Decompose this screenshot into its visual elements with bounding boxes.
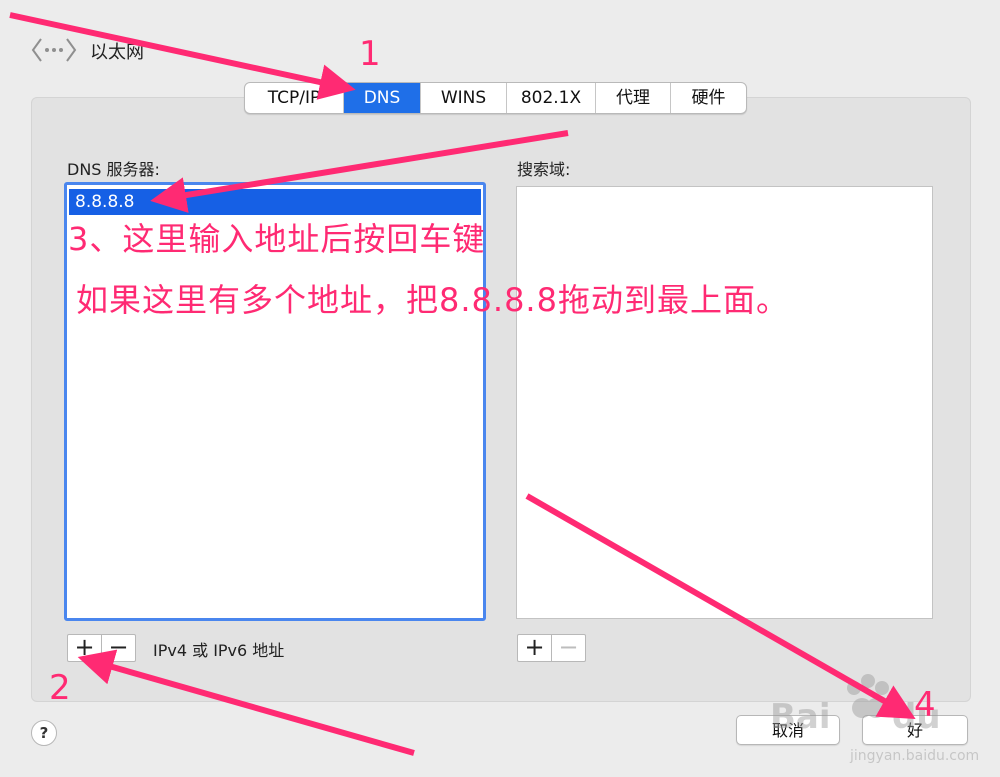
step-1-marker: 1: [359, 34, 381, 74]
search-domains-label: 搜索域:: [517, 160, 571, 179]
window-title: 以太网: [90, 42, 144, 63]
dns-add-remove: + −: [67, 634, 136, 662]
step-2-marker: 2: [49, 668, 71, 708]
help-button[interactable]: ?: [31, 720, 57, 746]
tab-hardware[interactable]: 硬件: [671, 83, 746, 113]
svg-text:jingyan.baidu.com: jingyan.baidu.com: [849, 748, 979, 764]
search-add-remove: + −: [517, 634, 586, 662]
step-4-marker: 4: [914, 685, 936, 725]
tab-8021x[interactable]: 802.1X: [507, 83, 596, 113]
tab-tcpip[interactable]: TCP/IP: [245, 83, 344, 113]
remove-dns-button[interactable]: −: [101, 635, 135, 661]
tab-dns[interactable]: DNS: [344, 83, 421, 113]
tab-bar: TCP/IP DNS WINS 802.1X 代理 硬件: [244, 82, 747, 114]
baidu-jingyan-watermark: Bai du jingyan.baidu.com: [770, 674, 979, 764]
remove-search-domain-button[interactable]: −: [551, 635, 585, 661]
add-dns-button[interactable]: +: [68, 635, 101, 661]
dns-hint: IPv4 或 IPv6 地址: [153, 641, 285, 660]
svg-text:Bai: Bai: [770, 697, 831, 737]
step-3-text: 3、这里输入地址后按回车键: [68, 220, 486, 258]
dns-servers-label: DNS 服务器:: [67, 160, 160, 179]
tab-wins[interactable]: WINS: [421, 83, 507, 113]
step-3-note: 如果这里有多个地址，把8.8.8.8拖动到最上面。: [76, 281, 789, 319]
ethernet-icon: [31, 38, 77, 62]
tab-proxy[interactable]: 代理: [596, 83, 671, 113]
dns-server-entry[interactable]: 8.8.8.8: [69, 189, 481, 215]
search-domain-list[interactable]: [516, 186, 933, 619]
add-search-domain-button[interactable]: +: [518, 635, 551, 661]
